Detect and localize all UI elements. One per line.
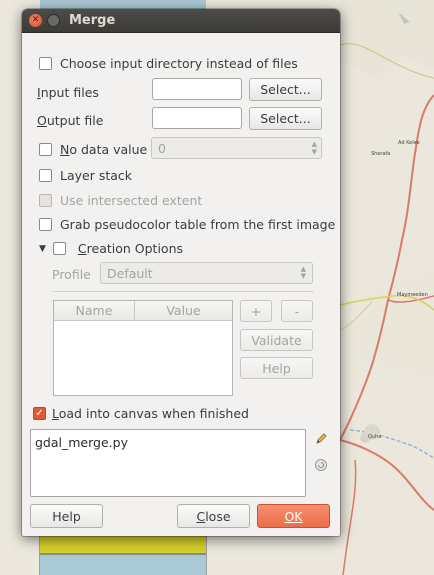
add-option-button[interactable]: +	[240, 300, 272, 322]
map-label: Ad Kelee	[398, 140, 420, 146]
divider	[52, 291, 314, 292]
spin-arrows-icon[interactable]: ▲ ▼	[312, 140, 317, 156]
creation-help-button[interactable]: Help	[240, 357, 313, 379]
map-label: Sherafa	[371, 151, 391, 157]
load-canvas-label: Load into canvas when finished	[52, 406, 249, 421]
map-label: Maymeeden	[397, 292, 428, 298]
input-files-select-button[interactable]: Select...	[249, 78, 322, 101]
table-header: Name Value	[54, 301, 232, 321]
no-data-option[interactable]: No data value	[39, 142, 147, 157]
profile-label: Profile	[52, 267, 91, 282]
creation-options-table[interactable]: Name Value	[53, 300, 233, 396]
window-title: Merge	[69, 13, 116, 28]
pseudocolor-checkbox[interactable]	[39, 218, 52, 231]
edit-command-button[interactable]	[313, 431, 329, 447]
layer-stack-option[interactable]: Layer stack	[39, 168, 132, 183]
profile-value: Default	[107, 265, 153, 281]
profile-combobox[interactable]: Default ▲ ▼	[100, 262, 313, 284]
title-bar[interactable]: ✕ Merge	[22, 9, 340, 33]
output-file-field[interactable]	[152, 107, 242, 129]
intersected-extent-checkbox	[39, 194, 52, 207]
choose-dir-label: Choose input directory instead of files	[60, 56, 298, 71]
no-data-spinbox[interactable]: 0 ▲ ▼	[151, 137, 322, 159]
ok-button[interactable]: OK	[257, 504, 330, 528]
map-label: Quha	[368, 434, 382, 440]
combo-arrows-icon: ▲ ▼	[300, 265, 306, 280]
close-window-button[interactable]: ✕	[29, 14, 42, 27]
no-data-label: No data value	[60, 142, 148, 157]
pseudocolor-label: Grab pseudocolor table from the first im…	[60, 217, 336, 232]
close-button[interactable]: Close	[177, 504, 250, 528]
collapse-triangle-icon[interactable]: ▼	[39, 244, 46, 254]
choose-dir-checkbox[interactable]	[39, 57, 52, 70]
pencil-icon	[316, 433, 327, 444]
load-canvas-option[interactable]: ✓ Load into canvas when finished	[33, 406, 249, 421]
command-value: gdal_merge.py	[35, 435, 128, 450]
command-text[interactable]: gdal_merge.py	[30, 429, 306, 497]
layer-stack-label: Layer stack	[60, 168, 133, 183]
intersected-extent-label: Use intersected extent	[60, 193, 203, 208]
input-files-row: Input files	[37, 81, 99, 103]
creation-options-label: Creation Options	[77, 241, 184, 256]
no-data-value: 0	[158, 140, 166, 156]
column-header-name: Name	[75, 303, 113, 318]
profile-row: Profile	[52, 267, 91, 282]
no-data-checkbox[interactable]	[39, 143, 52, 156]
output-file-row: Output file	[37, 109, 103, 131]
merge-dialog: ✕ Merge Choose input directory instead o…	[22, 9, 340, 536]
pseudocolor-option[interactable]: Grab pseudocolor table from the first im…	[39, 217, 335, 232]
column-header-value: Value	[134, 301, 232, 320]
creation-options-header[interactable]: ▼ Creation Options	[39, 241, 183, 256]
choose-dir-option[interactable]: Choose input directory instead of files	[39, 56, 298, 71]
validate-button[interactable]: Validate	[240, 329, 313, 351]
layer-stack-checkbox[interactable]	[39, 169, 52, 182]
output-file-select-button[interactable]: Select...	[249, 107, 322, 130]
input-files-field[interactable]	[152, 78, 242, 100]
creation-options-checkbox[interactable]	[52, 242, 66, 255]
reset-command-button[interactable]	[313, 457, 329, 473]
help-button[interactable]: Help	[30, 504, 103, 528]
minimize-window-button[interactable]	[47, 14, 60, 27]
output-file-label: Output file	[37, 112, 104, 128]
close-icon: ✕	[31, 15, 40, 25]
reset-icon	[315, 459, 327, 471]
input-files-label: Input files	[37, 84, 99, 100]
intersected-extent-option: Use intersected extent	[39, 193, 202, 208]
ok-label: OK	[284, 508, 303, 524]
load-canvas-checkbox[interactable]: ✓	[33, 407, 46, 420]
remove-option-button[interactable]: -	[281, 300, 313, 322]
